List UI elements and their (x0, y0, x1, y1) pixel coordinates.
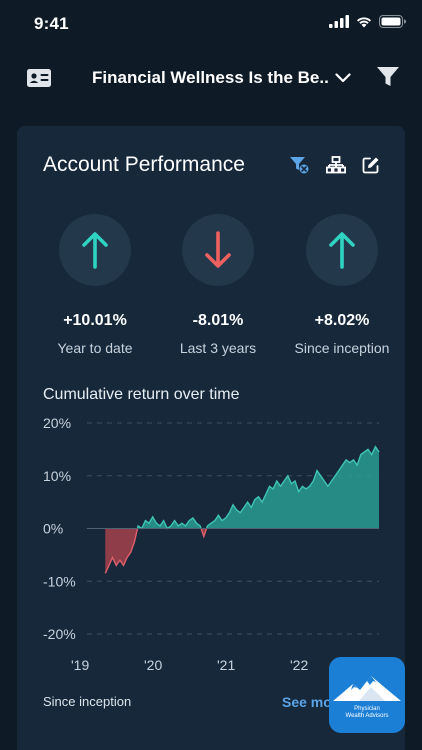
nav-bar: Financial Wellness Is the Be.. (0, 48, 422, 104)
metric-last-3-years: -8.01% Last 3 years (158, 214, 278, 356)
x-tick-label: '22 (290, 657, 308, 673)
hierarchy-icon (326, 156, 346, 174)
metric-indicator (306, 214, 378, 286)
logo-line1: Physician (354, 706, 380, 712)
account-title: Financial Wellness Is the Be.. (92, 68, 329, 87)
negative-return-area (105, 528, 138, 574)
mountain-icon (333, 676, 401, 701)
metric-value: +8.02% (314, 312, 370, 329)
period-label: Since inception (43, 694, 132, 709)
logo-line2: Wealth Advisors (345, 713, 389, 719)
x-tick-label: '21 (217, 657, 235, 673)
y-tick-label: 10% (43, 468, 71, 484)
filter-icon[interactable] (376, 66, 400, 88)
status-bar: 9:41 (0, 0, 422, 48)
card-title: Account Performance (43, 153, 245, 176)
y-tick-label: -20% (43, 626, 76, 642)
filter-clear-icon (290, 157, 309, 174)
arrow-up-icon (329, 232, 355, 269)
chevron-down-icon (335, 73, 351, 83)
metric-value: +10.01% (63, 312, 127, 329)
account-selector[interactable]: Financial Wellness Is the Be.. (92, 68, 351, 88)
y-tick-label: 20% (43, 415, 71, 431)
edit-icon (362, 157, 379, 174)
status-time: 9:41 (34, 14, 69, 33)
metric-label: Since inception (294, 340, 390, 356)
metric-since-inception: +8.02% Since inception (282, 214, 402, 356)
cumulative-return-chart: 20% 10% 0% -10% -20% '19 '20 '21 '22 (43, 415, 380, 673)
battery-icon (379, 15, 406, 28)
wifi-icon (357, 17, 371, 28)
metric-indicator (59, 214, 131, 286)
metric-year-to-date: +10.01% Year to date (35, 214, 155, 356)
contact-card-icon[interactable] (26, 68, 52, 88)
metric-value: -8.01% (192, 312, 244, 329)
x-tick-label: '19 (71, 657, 89, 673)
metric-label: Year to date (57, 340, 133, 356)
y-tick-label: 0% (43, 521, 63, 537)
edit-button[interactable] (360, 154, 382, 176)
x-tick-label: '20 (144, 657, 162, 673)
metric-indicator (182, 214, 254, 286)
arrow-up-icon (82, 232, 108, 269)
metric-label: Last 3 years (179, 340, 257, 356)
filter-clear-button[interactable] (288, 154, 310, 176)
cellular-signal-icon (329, 15, 349, 28)
positive-return-area (206, 446, 379, 529)
status-icons (329, 15, 406, 28)
physician-wealth-advisors-logo[interactable]: Physician Wealth Advisors (329, 657, 405, 733)
y-tick-label: -10% (43, 573, 76, 589)
hierarchy-button[interactable] (325, 154, 347, 176)
chart-title: Cumulative return over time (43, 386, 240, 403)
arrow-down-icon (205, 231, 231, 268)
